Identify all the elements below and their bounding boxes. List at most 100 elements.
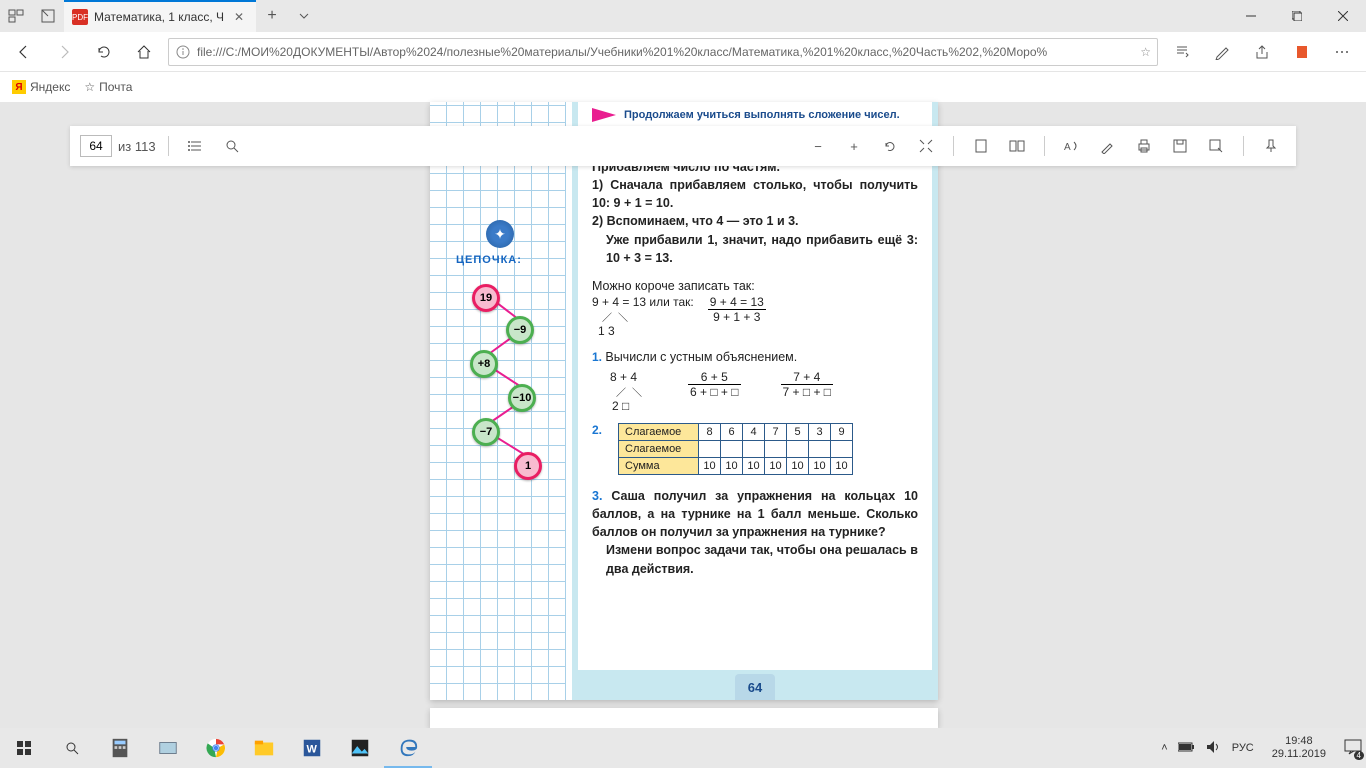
text-step1: 1) Сначала прибавляем столько, чтобы пол…: [592, 176, 918, 212]
battery-icon[interactable]: [1178, 741, 1196, 756]
clock[interactable]: 19:48 29.11.2019: [1264, 735, 1334, 761]
info-icon: [175, 44, 191, 60]
new-tab-button[interactable]: +: [256, 0, 288, 32]
tab-close-icon[interactable]: ✕: [230, 10, 248, 24]
expr-1b: 2 □: [610, 399, 648, 413]
pdf-icon: PDF: [72, 9, 88, 25]
page-view-icon[interactable]: [966, 131, 996, 161]
expr-1: 8 + 4: [610, 370, 648, 384]
reading-list-icon[interactable]: [1166, 36, 1198, 68]
fav-mail[interactable]: ☆Почта: [84, 80, 132, 94]
fraction-3: 7 + 47 + □ + □: [781, 370, 834, 399]
share-icon[interactable]: [1246, 36, 1278, 68]
svg-text:A: A: [1064, 142, 1071, 153]
zoom-in-icon[interactable]: +: [839, 131, 869, 161]
fraction-2: 6 + 56 + □ + □: [688, 370, 741, 399]
home-button[interactable]: [128, 36, 160, 68]
pdf-toolbar: из 113 − + A: [70, 126, 1296, 166]
back-button[interactable]: [8, 36, 40, 68]
rotate-icon[interactable]: [875, 131, 905, 161]
draw-icon[interactable]: [1093, 131, 1123, 161]
chain-connectors: [450, 272, 560, 482]
url-text: file:///C:/МОИ%20ДОКУМЕНТЫ/Автор%2024/по…: [197, 45, 1047, 59]
taskbar-snip[interactable]: [144, 728, 192, 768]
chain-node: +8: [470, 350, 498, 378]
yandex-icon: Я: [12, 80, 26, 94]
tray-chevron-icon[interactable]: ˄: [1161, 742, 1167, 754]
read-aloud-icon[interactable]: A: [1057, 131, 1087, 161]
taskbar-edge[interactable]: [384, 728, 432, 768]
star-badge-icon: ✦: [486, 220, 514, 248]
system-tray: ˄ РУС 19:48 29.11.2019 4: [1161, 735, 1366, 761]
zoom-out-icon[interactable]: −: [803, 131, 833, 161]
fit-icon[interactable]: [911, 131, 941, 161]
window-titlebar: PDF Математика, 1 класс, Ч ✕ +: [0, 0, 1366, 32]
section-header: Продолжаем учиться выполнять сложение чи…: [624, 109, 900, 121]
svg-text:W: W: [307, 744, 318, 756]
set-aside-icon[interactable]: [32, 0, 64, 32]
chain-node: −7: [472, 418, 500, 446]
print-icon[interactable]: [1129, 131, 1159, 161]
close-button[interactable]: [1320, 0, 1366, 32]
search-icon[interactable]: [217, 131, 247, 161]
fraction-1: 9 + 4 = 139 + 1 + 3: [708, 295, 766, 324]
taskbar-photos[interactable]: [336, 728, 384, 768]
task-3b: Измени вопрос задачи так, чтобы она реша…: [592, 541, 918, 577]
pdf-page: ✦ ЦЕПОЧКА: 19 −9 +8 −10 −7 1 Продолжаем …: [430, 102, 938, 700]
favorite-star-icon[interactable]: ☆: [1140, 45, 1151, 59]
fav-yandex[interactable]: ЯЯндекс: [12, 80, 70, 94]
section-arrow-icon: [592, 108, 616, 122]
maximize-button[interactable]: [1274, 0, 1320, 32]
more-icon[interactable]: [1326, 36, 1358, 68]
browser-navbar: file:///C:/МОИ%20ДОКУМЕНТЫ/Автор%2024/по…: [0, 32, 1366, 72]
text-step2b: Уже прибавили 1, значит, надо прибавить …: [592, 231, 918, 267]
task-view-icon[interactable]: [0, 0, 32, 32]
split-values: 1 3: [592, 324, 694, 338]
eq-1: 9 + 4 = 13 или так:: [592, 295, 694, 309]
tab-title: Математика, 1 класс, Ч: [94, 10, 224, 24]
chain-node: 19: [472, 284, 500, 312]
windows-taskbar: W ˄ РУС 19:48 29.11.2019 4: [0, 728, 1366, 768]
task-3: Саша получил за упражнения на кольцах 10…: [592, 489, 918, 539]
taskbar-word[interactable]: W: [288, 728, 336, 768]
chain-node: −9: [506, 316, 534, 344]
search-button[interactable]: [48, 728, 96, 768]
language-indicator[interactable]: РУС: [1232, 742, 1254, 754]
tabs-chevron-icon[interactable]: [288, 0, 320, 32]
two-page-icon[interactable]: [1002, 131, 1032, 161]
split-triangle: ／＼: [592, 309, 694, 324]
office-icon[interactable]: [1286, 36, 1318, 68]
text-step2a: 2) Вспоминаем, что 4 — это 1 и 3.: [592, 212, 918, 230]
browser-tab[interactable]: PDF Математика, 1 класс, Ч ✕: [64, 0, 256, 32]
chain-title: ЦЕПОЧКА:: [456, 254, 522, 266]
taskbar-chrome[interactable]: [192, 728, 240, 768]
page-content-zone: Продолжаем учиться выполнять сложение чи…: [572, 102, 938, 700]
split-triangle: ／＼: [610, 384, 648, 399]
page-grid-margin: ✦ ЦЕПОЧКА: 19 −9 +8 −10 −7 1: [430, 102, 566, 700]
star-icon: ☆: [84, 80, 95, 94]
task-1: Вычисли с устным объяснением.: [605, 350, 797, 364]
page-total: из 113: [118, 139, 156, 154]
taskbar-explorer[interactable]: [240, 728, 288, 768]
chain-node: 1: [514, 452, 542, 480]
pdf-page-next: [430, 708, 938, 728]
minimize-button[interactable]: [1228, 0, 1274, 32]
forward-button[interactable]: [48, 36, 80, 68]
chain-node: −10: [508, 384, 536, 412]
page-number-input[interactable]: [80, 135, 112, 157]
page-number: 64: [735, 674, 775, 700]
start-button[interactable]: [0, 728, 48, 768]
notes-icon[interactable]: [1206, 36, 1238, 68]
taskbar-calculator[interactable]: [96, 728, 144, 768]
text-short: Можно короче записать так:: [592, 277, 918, 295]
refresh-button[interactable]: [88, 36, 120, 68]
action-center-icon[interactable]: 4: [1344, 739, 1362, 758]
pin-icon[interactable]: [1256, 131, 1286, 161]
save-icon[interactable]: [1165, 131, 1195, 161]
toc-icon[interactable]: [181, 131, 211, 161]
pdf-viewer: ✦ ЦЕПОЧКА: 19 −9 +8 −10 −7 1 Продолжаем …: [0, 102, 1366, 728]
addition-table: Слагаемое8647539 Слагаемое Сумма10101010…: [618, 423, 853, 475]
volume-icon[interactable]: [1206, 740, 1222, 757]
saveas-icon[interactable]: [1201, 131, 1231, 161]
address-bar[interactable]: file:///C:/МОИ%20ДОКУМЕНТЫ/Автор%2024/по…: [168, 38, 1158, 66]
